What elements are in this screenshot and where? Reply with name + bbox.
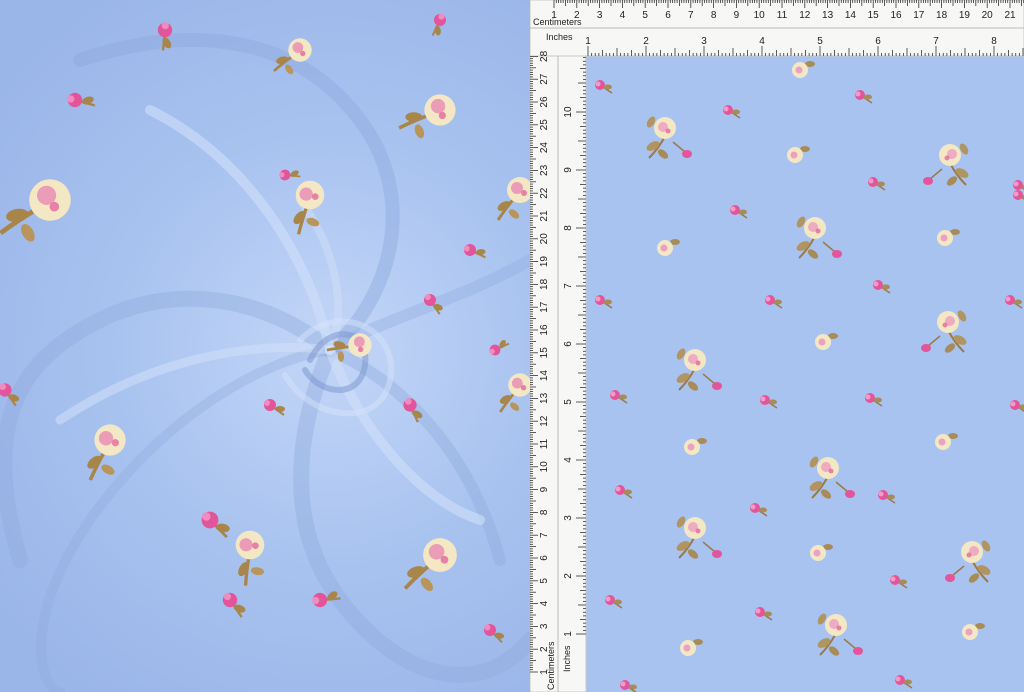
- left-in-tick-label: 2: [563, 573, 574, 579]
- left-in-tick-label: 1: [563, 631, 574, 637]
- top-cm-tick-label: 15: [868, 10, 880, 21]
- top-in-tick-label: 4: [759, 36, 765, 47]
- top-in-tick-label: 6: [875, 36, 881, 47]
- left-cm-tick-label: 5: [539, 578, 550, 584]
- left-cm-tick-label: 13: [539, 392, 550, 404]
- left-in-tick-label: 5: [563, 399, 574, 405]
- left-cm-tick-label: 3: [539, 623, 550, 629]
- left-in-tick-label: 6: [563, 341, 574, 347]
- top-cm-tick-label: 18: [936, 10, 948, 21]
- left-ruler-inches-label: Inches: [562, 645, 572, 672]
- top-cm-tick-label: 10: [754, 10, 766, 21]
- left-cm-tick-label: 9: [539, 486, 550, 492]
- top-in-tick-label: 5: [817, 36, 823, 47]
- top-cm-tick-label: 9: [734, 10, 740, 21]
- left-in-tick-label: 7: [563, 283, 574, 289]
- left-cm-tick-label: 15: [539, 347, 550, 359]
- left-cm-tick-label: 8: [539, 509, 550, 515]
- top-cm-tick-label: 12: [799, 10, 811, 21]
- left-cm-tick-label: 16: [539, 324, 550, 336]
- left-cm-tick-label: 24: [539, 142, 550, 154]
- left-in-tick-label: 8: [563, 225, 574, 231]
- swirled-fabric-photo: [0, 0, 530, 692]
- top-cm-tick-label: 11: [777, 10, 788, 21]
- left-cm-tick-label: 17: [539, 301, 550, 313]
- top-cm-tick-label: 3: [597, 10, 603, 21]
- top-cm-tick-label: 4: [620, 10, 626, 21]
- left-cm-tick-label: 21: [539, 210, 550, 222]
- top-cm-tick-label: 6: [665, 10, 671, 21]
- top-cm-tick-label: 19: [959, 10, 971, 21]
- left-cm-tick-label: 14: [539, 370, 550, 382]
- flat-fabric-with-rulers: 1 2 3 4 5 6 7 8 9 10 11 12 13 14 15 16 17 18 19 20 21 123456…: [530, 0, 1024, 692]
- top-in-tick-label: 1: [585, 36, 591, 47]
- top-cm-tick-label: 8: [711, 10, 717, 21]
- top-in-tick-label: 2: [643, 36, 649, 47]
- top-cm-tick-label: 20: [982, 10, 994, 21]
- top-ruler-centimeters-label: Centimeters: [533, 17, 582, 27]
- top-cm-tick-label: 7: [688, 10, 694, 21]
- left-in-tick-label: 3: [563, 515, 574, 521]
- left-ruler: 1234567891011121314151617181920212223242…: [530, 50, 587, 692]
- left-cm-tick-label: 6: [539, 555, 550, 561]
- top-in-tick-label: 7: [933, 36, 939, 47]
- top-cm-tick-label: 5: [642, 10, 648, 21]
- top-cm-tick-label: 13: [822, 10, 834, 21]
- left-cm-tick-label: 25: [539, 119, 550, 131]
- left-cm-tick-label: 26: [539, 96, 550, 108]
- top-cm-tick-label: 14: [845, 10, 857, 21]
- left-cm-tick-label: 10: [539, 461, 550, 473]
- left-cm-tick-label: 27: [539, 73, 550, 85]
- top-cm-tick-label: 21: [1004, 10, 1016, 21]
- left-cm-tick-label: 22: [539, 187, 550, 199]
- top-ruler: 1 2 3 4 5 6 7 8 9 10 11 12 13 14 15 16 17 18 19 20 21 123456…: [530, 0, 1024, 57]
- left-cm-tick-label: 12: [539, 415, 550, 427]
- top-in-tick-label: 3: [701, 36, 707, 47]
- left-cm-tick-label: 20: [539, 233, 550, 245]
- left-cm-tick-label: 28: [539, 50, 550, 62]
- top-in-tick-label: 8: [991, 36, 997, 47]
- left-in-tick-label: 9: [563, 167, 574, 173]
- top-ruler-inches-label: Inches: [546, 32, 573, 42]
- left-cm-tick-label: 19: [539, 256, 550, 268]
- top-cm-tick-label: 16: [890, 10, 902, 21]
- top-cm-tick-label: 17: [913, 10, 925, 21]
- left-cm-tick-label: 11: [539, 438, 550, 449]
- left-cm-tick-label: 18: [539, 278, 550, 290]
- left-cm-tick-label: 4: [539, 600, 550, 606]
- left-ruler-centimeters-label: Centimeters: [546, 641, 556, 690]
- left-in-tick-label: 4: [563, 457, 574, 463]
- left-cm-tick-label: 7: [539, 532, 550, 538]
- left-in-tick-label: 10: [563, 106, 574, 118]
- left-cm-tick-label: 23: [539, 164, 550, 176]
